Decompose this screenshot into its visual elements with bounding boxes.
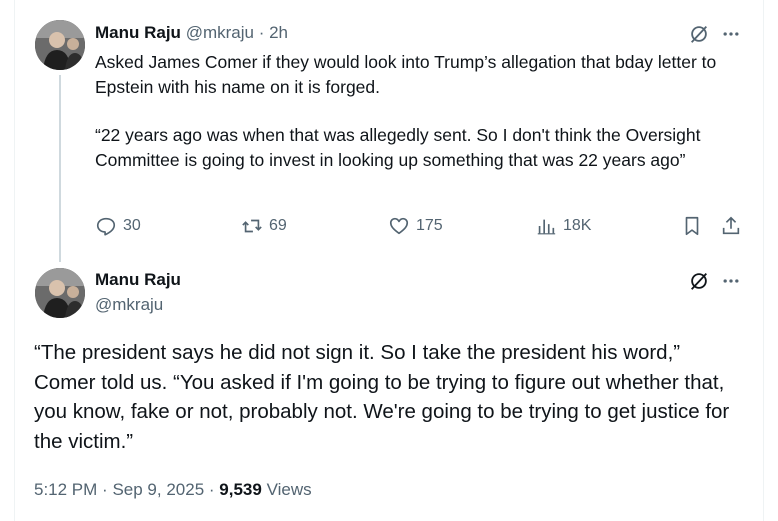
- tweet-date[interactable]: Sep 9, 2025: [112, 480, 204, 499]
- reply-button[interactable]: 30: [95, 215, 141, 237]
- tweet1-header: Manu Raju @mkraju · 2h: [95, 22, 288, 44]
- views-icon: [537, 219, 556, 235]
- grok-icon[interactable]: [688, 270, 710, 292]
- author-handle[interactable]: @mkraju: [186, 23, 254, 42]
- views-label: Views: [266, 480, 312, 499]
- bookmark-icon[interactable]: [681, 215, 703, 237]
- repost-button[interactable]: 69: [241, 215, 287, 237]
- reply-icon: [96, 217, 116, 236]
- more-icon[interactable]: [721, 24, 741, 44]
- grok-icon[interactable]: [688, 23, 710, 45]
- separator-dot: ·: [102, 480, 108, 499]
- views-button[interactable]: 18K: [535, 215, 591, 237]
- author-name[interactable]: Manu Raju: [95, 23, 181, 42]
- tweet2-meta: 5:12 PM · Sep 9, 2025 · 9,539 Views: [34, 480, 312, 500]
- reply-count: 30: [123, 217, 141, 234]
- author-name[interactable]: Manu Raju: [95, 270, 181, 290]
- like-icon: [389, 217, 409, 235]
- thread-line: [59, 75, 61, 262]
- like-button[interactable]: 175: [388, 215, 443, 237]
- views-count: 18K: [563, 217, 592, 234]
- avatar[interactable]: [35, 268, 85, 318]
- avatar-photo: [35, 20, 85, 70]
- views-total: 9,539: [219, 480, 262, 499]
- tweet1-action-bar: 30 69 175 18K: [95, 215, 745, 239]
- avatar-photo: [35, 268, 85, 318]
- author-handle[interactable]: @mkraju: [95, 295, 163, 315]
- tweet2-text: “The president says he did not sign it. …: [34, 341, 730, 453]
- repost-icon: [242, 219, 262, 233]
- tweet-timestamp[interactable]: 2h: [269, 23, 288, 42]
- avatar[interactable]: [35, 20, 85, 70]
- repost-count: 69: [269, 217, 287, 234]
- separator-dot: ·: [208, 480, 215, 499]
- share-icon[interactable]: [720, 215, 742, 237]
- tweet1-quote: “22 years ago was when that was allegedl…: [95, 125, 701, 170]
- tweet1-paragraph: Asked James Comer if they would look int…: [95, 52, 717, 97]
- separator-dot: ·: [258, 23, 265, 42]
- tweet1-text: Asked James Comer if they would look int…: [95, 50, 745, 172]
- like-count: 175: [416, 217, 443, 234]
- tweet-time[interactable]: 5:12 PM: [34, 480, 97, 499]
- more-icon[interactable]: [721, 271, 741, 291]
